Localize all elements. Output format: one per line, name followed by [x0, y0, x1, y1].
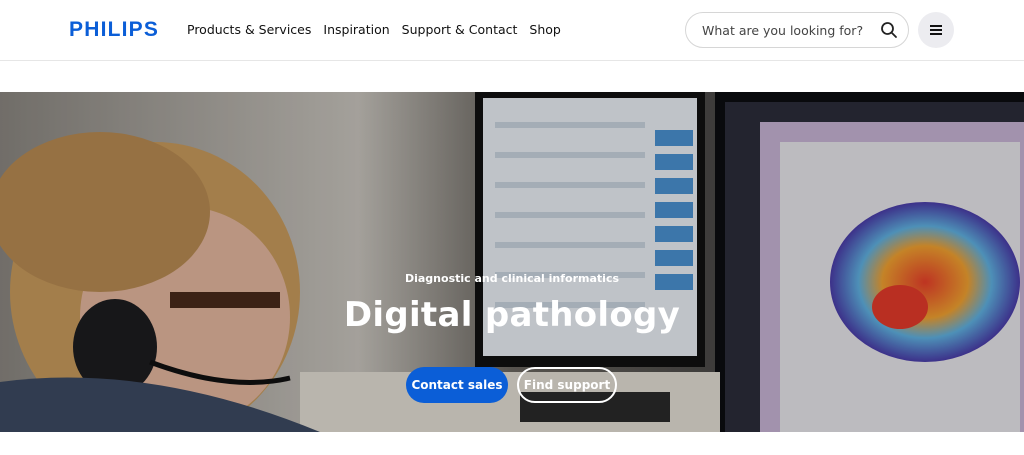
contact-sales-button[interactable]: Contact sales [406, 367, 508, 403]
search-icon[interactable] [880, 21, 898, 39]
hero-eyebrow: Diagnostic and clinical informatics [404, 272, 620, 285]
philips-logo[interactable]: PHILIPS [69, 18, 159, 42]
nav-item-shop[interactable]: Shop [529, 22, 560, 37]
hamburger-menu-icon [930, 33, 942, 35]
nav-item-inspiration[interactable]: Inspiration [323, 22, 389, 37]
find-support-button[interactable]: Find support [517, 367, 617, 403]
hamburger-menu-icon [930, 25, 942, 27]
hero-overlay [0, 92, 1024, 432]
hero-banner: Diagnostic and clinical informatics Digi… [0, 92, 1024, 432]
hamburger-menu-icon [930, 29, 942, 31]
search-input[interactable] [702, 13, 872, 47]
nav-item-products-services[interactable]: Products & Services [187, 22, 311, 37]
site-header: PHILIPS Products & Services Inspiration … [0, 0, 1024, 61]
hero-title: Digital pathology [343, 295, 681, 335]
menu-button[interactable] [918, 12, 954, 48]
search-box [685, 12, 909, 48]
main-nav: Products & Services Inspiration Support … [187, 22, 561, 37]
nav-item-support-contact[interactable]: Support & Contact [402, 22, 518, 37]
